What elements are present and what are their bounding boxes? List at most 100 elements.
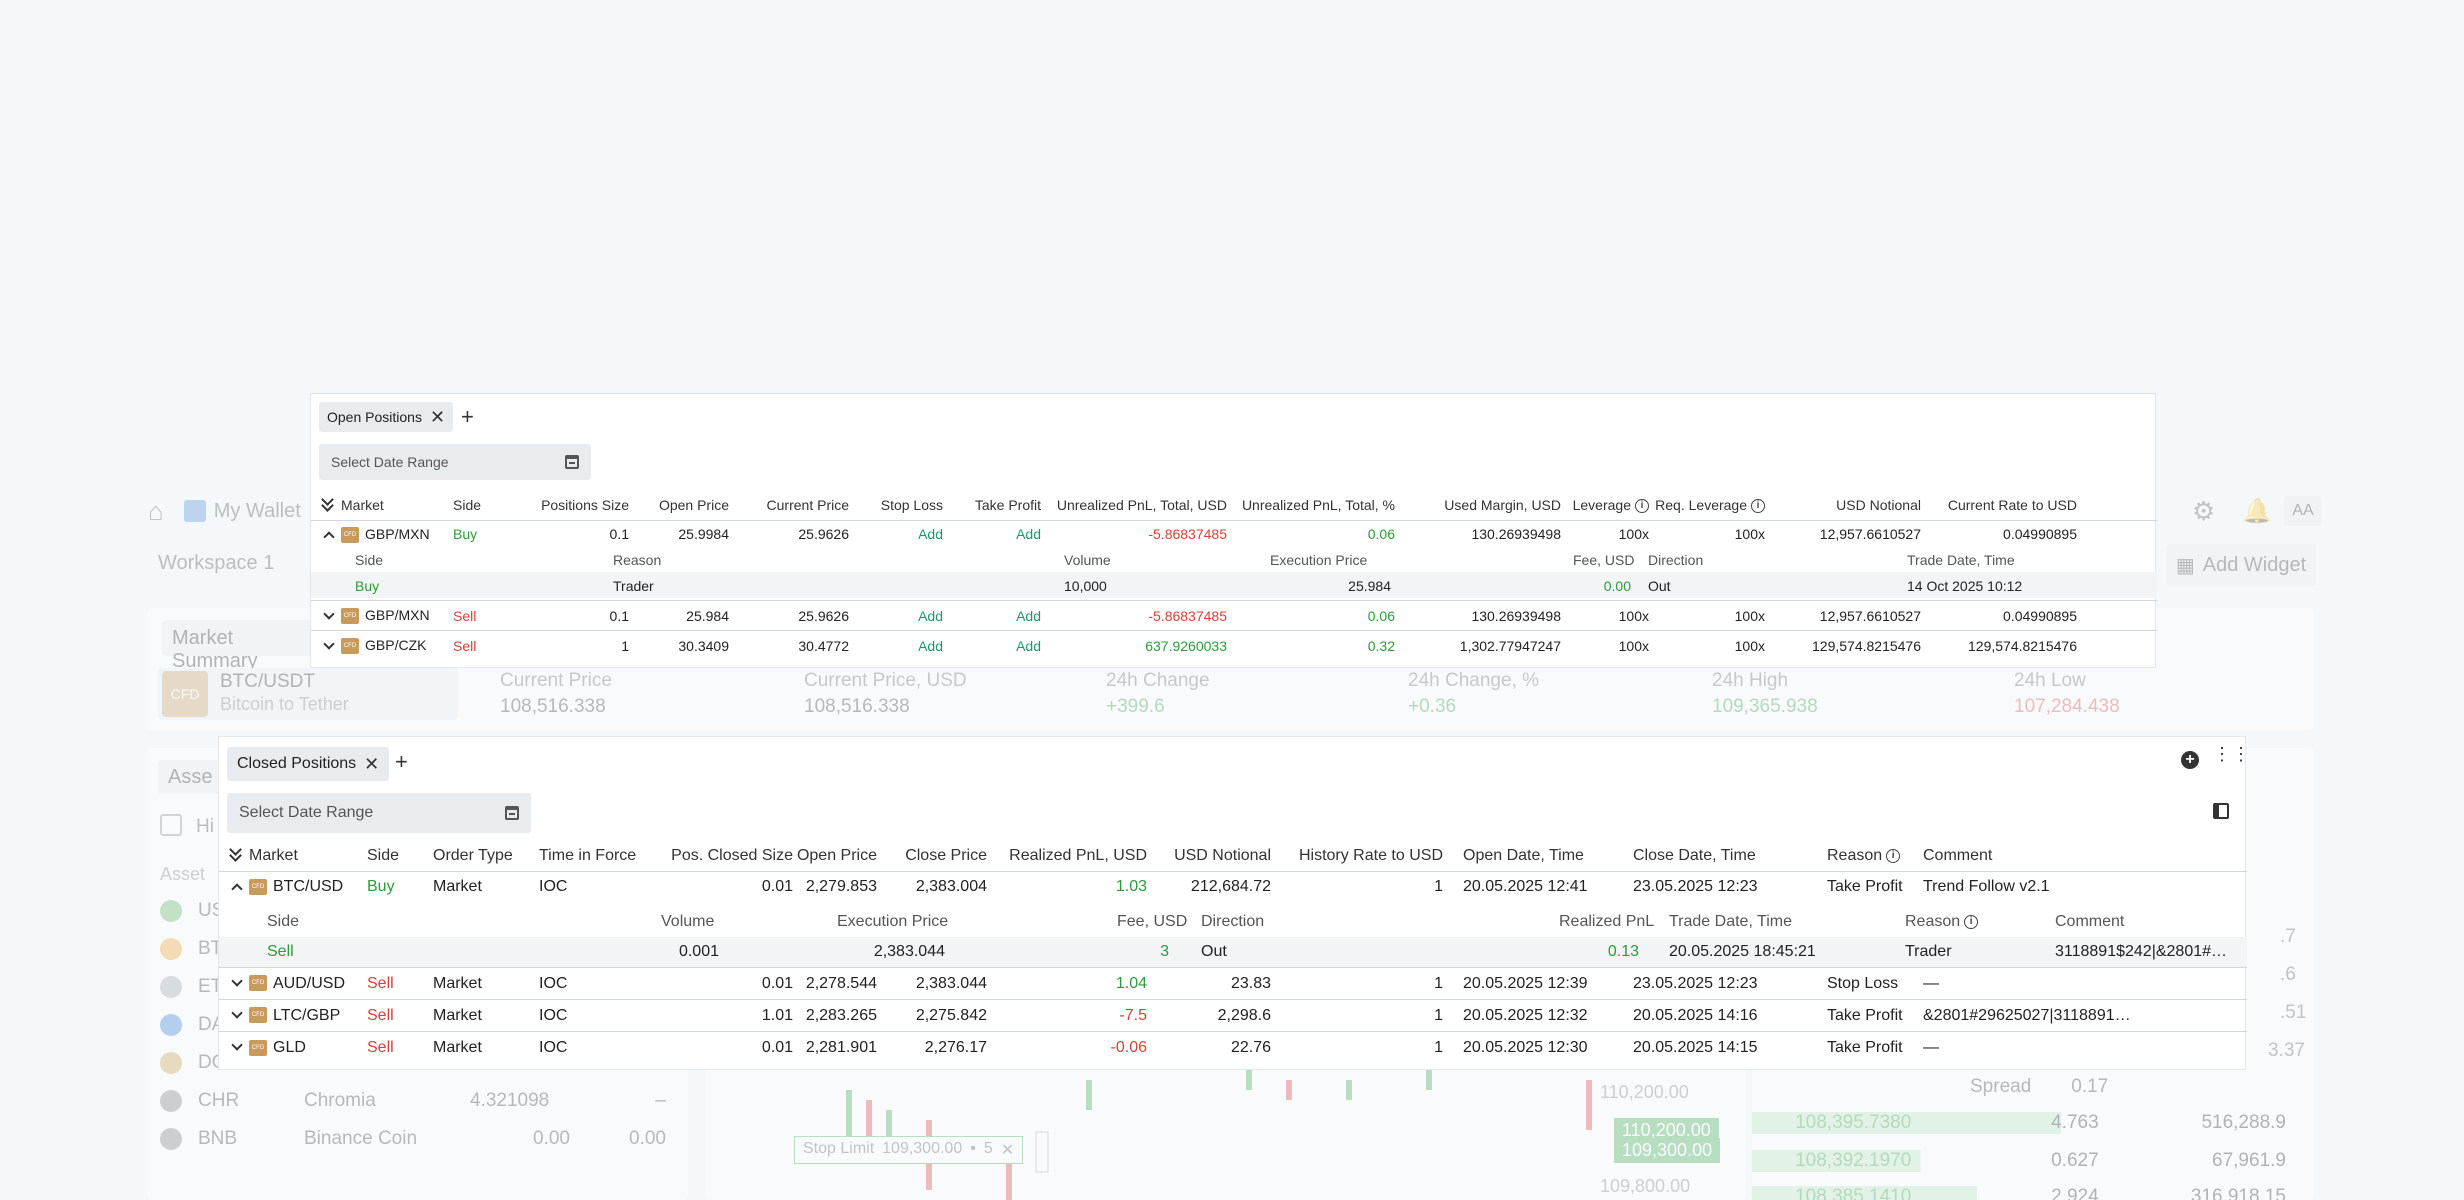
drag-handle-icon[interactable]: ⋮⋮ bbox=[2213, 745, 2251, 763]
book-row[interactable]: 108,392.1970 0.627 67,961.9 bbox=[1752, 1150, 2314, 1172]
symbol-subtitle: Bitcoin to Tether bbox=[220, 694, 349, 714]
table-row[interactable]: CFD AUD/USD Sell Market IOC 0.01 2,278.54… bbox=[219, 967, 2247, 1000]
expand-row-icon[interactable] bbox=[231, 974, 243, 987]
add-take-profit-link[interactable]: Add bbox=[943, 519, 1041, 548]
col-history-rate[interactable]: History Rate to USD bbox=[1271, 841, 1443, 871]
col-pnl-usd[interactable]: Unrealized PnL, Total, USD bbox=[1041, 490, 1227, 520]
stop-limit-order-line[interactable]: Stop Limit 109,300.00 • 5 ✕ bbox=[794, 1136, 1024, 1164]
table-row[interactable]: CFD LTC/GBP Sell Market IOC 1.01 2,283.26… bbox=[219, 999, 2247, 1032]
col-open-price[interactable]: Open Price bbox=[629, 490, 729, 520]
table-row[interactable]: CFD GBP/MXN Buy 0.1 25.9984 25.9626 Add A… bbox=[311, 519, 2157, 548]
col-close-time[interactable]: Close Date, Time bbox=[1633, 841, 1817, 871]
table-row[interactable]: CFD BTC/USD Buy Market IOC 0.01 2,279.853… bbox=[219, 870, 2247, 903]
asset-row[interactable]: CHR Chromia 4.321098– bbox=[160, 1090, 666, 1112]
add-tab-icon[interactable]: + bbox=[395, 751, 408, 773]
close-icon[interactable]: ✕ bbox=[430, 408, 445, 426]
book-side-value: .7 bbox=[2280, 926, 2296, 947]
close-icon[interactable]: ✕ bbox=[364, 755, 379, 773]
col-open-price[interactable]: Open Price bbox=[793, 841, 877, 871]
expand-row-icon[interactable] bbox=[323, 638, 335, 650]
stat-24h-change-pct: 24h Change, % +0.36 bbox=[1408, 670, 1539, 717]
col-rate[interactable]: Current Rate to USD bbox=[1921, 490, 2077, 520]
expand-row-icon[interactable] bbox=[231, 1006, 243, 1019]
col-market[interactable]: Market bbox=[341, 490, 453, 520]
candlestick-chart[interactable] bbox=[706, 1060, 1746, 1200]
col-open-time[interactable]: Open Date, Time bbox=[1443, 841, 1633, 871]
drawing-tool[interactable] bbox=[1035, 1131, 1049, 1173]
col-market[interactable]: Market bbox=[249, 841, 367, 871]
date-range-input[interactable]: Select Date Range bbox=[227, 793, 531, 833]
col-take-profit[interactable]: Take Profit bbox=[943, 490, 1041, 520]
market-summary-tab[interactable]: Market Summary bbox=[162, 620, 322, 672]
collapse-all-icon[interactable] bbox=[321, 496, 333, 510]
position-detail: Side Reason Volume Execution Price Fee, … bbox=[311, 546, 2157, 598]
close-icon[interactable]: ✕ bbox=[1001, 1140, 1014, 1160]
add-widget-button[interactable]: ▦ Add Widget bbox=[2166, 544, 2316, 586]
bell-icon[interactable]: 🔔 bbox=[2242, 497, 2272, 526]
info-icon[interactable]: i bbox=[1964, 914, 1979, 929]
expand-row-icon[interactable] bbox=[231, 1039, 243, 1051]
col-notional[interactable]: USD Notional bbox=[1765, 490, 1921, 520]
calendar-icon[interactable] bbox=[505, 806, 519, 820]
hide-checkbox[interactable] bbox=[160, 814, 182, 836]
col-side[interactable]: Side bbox=[367, 841, 433, 871]
stat-24h-high: 24h High 109,365.938 bbox=[1712, 670, 1818, 717]
col-margin[interactable]: Used Margin, USD bbox=[1395, 490, 1561, 520]
table-row[interactable]: CFD GBP/CZK Sell 1 30.3409 30.4772 Add Ad… bbox=[311, 630, 2157, 661]
col-size[interactable]: Positions Size bbox=[527, 490, 629, 520]
home-icon[interactable]: ⌂ bbox=[148, 496, 164, 527]
col-notional[interactable]: USD Notional bbox=[1147, 841, 1271, 871]
collapse-row-icon[interactable] bbox=[231, 883, 243, 895]
asset-row[interactable]: BNB Binance Coin 0.00 0.00 bbox=[160, 1128, 666, 1150]
calendar-icon[interactable] bbox=[565, 455, 579, 469]
add-take-profit-link[interactable]: Add bbox=[943, 630, 1041, 661]
col-leverage[interactable]: Leverage i bbox=[1561, 490, 1649, 520]
col-pnl-pct[interactable]: Unrealized PnL, Total, % bbox=[1227, 490, 1395, 520]
add-take-profit-link[interactable]: Add bbox=[943, 600, 1041, 631]
wallet-link[interactable]: My Wallet bbox=[214, 500, 301, 523]
collapse-all-icon[interactable] bbox=[229, 846, 241, 860]
table-row[interactable]: CFD GBP/MXN Sell 0.1 25.984 25.9626 Add A… bbox=[311, 600, 2157, 631]
columns-icon[interactable] bbox=[2213, 803, 2229, 819]
cfd-icon: CFD bbox=[249, 1039, 267, 1056]
book-side-value: .51 bbox=[2280, 1002, 2307, 1023]
avatar[interactable]: AA bbox=[2284, 496, 2322, 526]
col-close-price[interactable]: Close Price bbox=[877, 841, 987, 871]
table-header: Market Side Order Type Time in Force Pos… bbox=[219, 841, 2247, 871]
book-row[interactable]: 108,385.1410 2.924 316,918.15 bbox=[1752, 1186, 2314, 1200]
book-side-value: .6 bbox=[2280, 964, 2296, 985]
book-row[interactable]: 108,395.7380 4.763 516,288.9 bbox=[1752, 1112, 2314, 1134]
asset-column-header: Asset bbox=[160, 864, 206, 884]
closed-position-detail: Side Volume Execution Price Fee, USD Directi… bbox=[219, 905, 2247, 967]
spread-row: Spread 0.17 bbox=[1970, 1076, 2109, 1097]
open-positions-widget: Open Positions ✕ + Select Date Range Mar… bbox=[310, 393, 2157, 668]
col-stop-loss[interactable]: Stop Loss bbox=[849, 490, 943, 520]
col-side[interactable]: Side bbox=[453, 490, 527, 520]
col-order-type[interactable]: Order Type bbox=[433, 841, 539, 871]
add-tab-icon[interactable]: + bbox=[461, 406, 474, 428]
add-stop-loss-link[interactable]: Add bbox=[849, 630, 943, 661]
table-row[interactable]: CFD GLD Sell Market IOC 0.01 2,281.901 2,… bbox=[219, 1031, 2247, 1064]
stat-24h-low: 24h Low 107,284.438 bbox=[2014, 670, 2120, 717]
info-icon[interactable]: i bbox=[1635, 498, 1649, 513]
col-req-leverage[interactable]: Req. Leverage i bbox=[1649, 490, 1765, 520]
col-reason[interactable]: Reason i bbox=[1817, 841, 1923, 871]
date-range-input[interactable]: Select Date Range bbox=[319, 444, 591, 480]
tab-open-positions[interactable]: Open Positions ✕ bbox=[319, 402, 454, 432]
expand-row-icon[interactable] bbox=[323, 607, 335, 620]
add-stop-loss-link[interactable]: Add bbox=[849, 519, 943, 548]
info-icon[interactable]: i bbox=[1886, 848, 1901, 863]
price-axis-label: 110,200.00 bbox=[1600, 1082, 1689, 1102]
col-realized-pnl[interactable]: Realized PnL, USD bbox=[987, 841, 1147, 871]
add-circle-icon[interactable]: + bbox=[2181, 751, 2199, 769]
cfd-icon: CFD bbox=[341, 608, 359, 625]
col-current-price[interactable]: Current Price bbox=[729, 490, 849, 520]
settings-icon[interactable]: ⚙ bbox=[2192, 496, 2215, 527]
col-comment[interactable]: Comment bbox=[1923, 841, 2247, 871]
collapse-row-icon[interactable] bbox=[323, 531, 335, 543]
col-closed-size[interactable]: Pos. Closed Size bbox=[665, 841, 793, 871]
info-icon[interactable]: i bbox=[1751, 498, 1765, 513]
add-stop-loss-link[interactable]: Add bbox=[849, 600, 943, 631]
col-time-in-force[interactable]: Time in Force bbox=[539, 841, 665, 871]
tab-closed-positions[interactable]: Closed Positions ✕ bbox=[227, 747, 390, 781]
